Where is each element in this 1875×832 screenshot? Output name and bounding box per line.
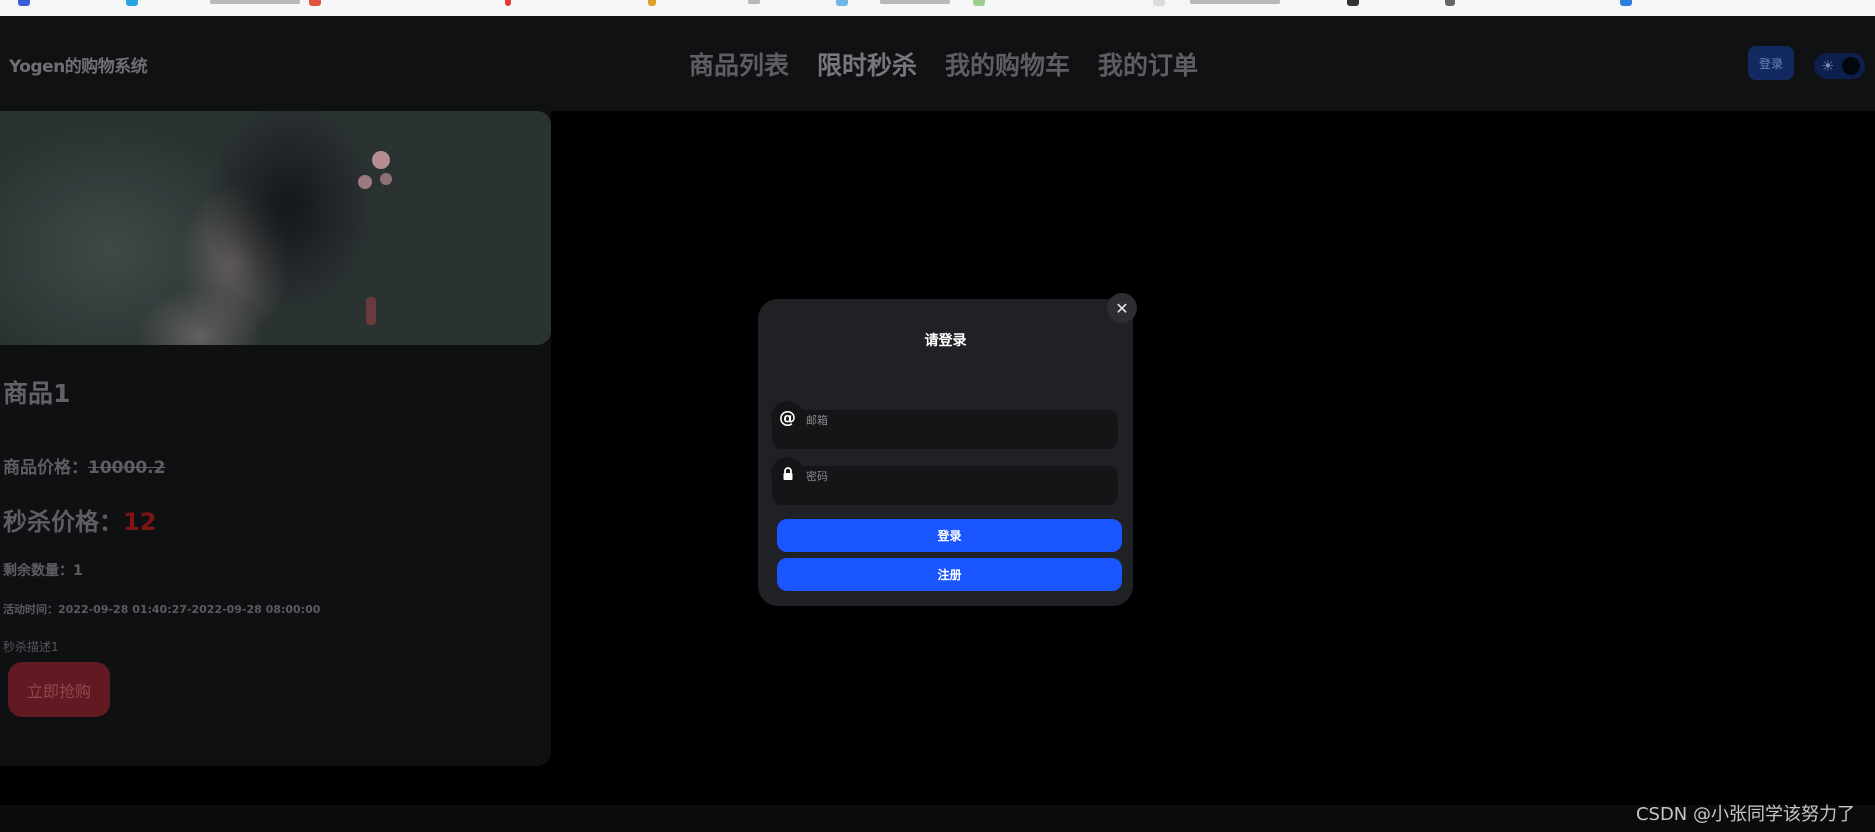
nav-item-orders[interactable]: 我的订单 xyxy=(1098,46,1198,82)
email-input[interactable] xyxy=(806,410,1106,430)
bookmark-icon[interactable] xyxy=(309,0,321,6)
bookmark-icon[interactable] xyxy=(836,0,848,6)
bookmark-icon[interactable] xyxy=(126,0,138,6)
hair-flower-decoration xyxy=(380,173,392,185)
login-modal: 请登录 @ 登录 注册 xyxy=(758,299,1133,606)
nav-item-cart[interactable]: 我的购物车 xyxy=(945,46,1070,82)
password-input[interactable] xyxy=(806,466,1106,486)
bookmarks-bar xyxy=(0,0,1875,17)
email-field[interactable]: @ xyxy=(771,401,1118,449)
original-price-label: 商品价格： xyxy=(3,458,88,478)
bookmark-icon[interactable] xyxy=(1347,0,1359,6)
site-header: Yogen的购物系统 商品列表 限时秒杀 我的购物车 我的订单 登录 ☀ xyxy=(0,16,1875,111)
flash-price-value: 12 xyxy=(123,508,157,536)
close-icon[interactable]: ✕ xyxy=(1107,293,1137,323)
bookmark-icon[interactable] xyxy=(1620,0,1632,6)
hair-flower-decoration xyxy=(372,151,390,169)
bookmark-label[interactable] xyxy=(748,0,760,4)
bookmark-icon[interactable] xyxy=(648,0,656,6)
toggle-knob xyxy=(1842,57,1860,75)
hair-flower-decoration xyxy=(358,175,372,189)
original-price-value: 10000.2 xyxy=(88,458,166,478)
product-title: 商品1 xyxy=(3,379,71,408)
sun-icon: ☀ xyxy=(1821,57,1835,75)
bookmark-icon[interactable] xyxy=(1153,0,1165,6)
header-login-button[interactable]: 登录 xyxy=(1748,46,1794,80)
nav-item-product-list[interactable]: 商品列表 xyxy=(689,46,789,82)
nav-item-flash-sale[interactable]: 限时秒杀 xyxy=(817,46,917,82)
theme-toggle[interactable]: ☀ xyxy=(1814,53,1865,79)
footer-band xyxy=(0,805,1875,832)
product-card: 商品1 商品价格：10000.2 秒杀价格：12 剩余数量：1 活动时间：202… xyxy=(0,111,551,766)
stock-count: 剩余数量：1 xyxy=(3,563,83,579)
main-nav: 商品列表 限时秒杀 我的购物车 我的订单 xyxy=(689,46,1198,82)
flash-price-label: 秒杀价格： xyxy=(3,508,123,536)
activity-time: 活动时间：2022-09-28 01:40:27-2022-09-28 08:0… xyxy=(3,603,321,616)
bookmark-label[interactable] xyxy=(210,0,300,4)
bookmark-icon[interactable] xyxy=(18,0,30,6)
password-field[interactable] xyxy=(771,457,1118,505)
flash-price: 秒杀价格：12 xyxy=(3,502,156,537)
bookmark-label[interactable] xyxy=(1190,0,1280,4)
bookmark-icon[interactable] xyxy=(1445,0,1455,6)
login-submit-button[interactable]: 登录 xyxy=(777,519,1122,552)
at-sign-icon: @ xyxy=(771,401,804,434)
original-price: 商品价格：10000.2 xyxy=(3,453,165,478)
bookmark-icon[interactable] xyxy=(505,0,511,6)
hair-ornament-decoration xyxy=(366,297,376,325)
lock-icon xyxy=(771,457,804,490)
site-brand[interactable]: Yogen的购物系统 xyxy=(9,52,148,77)
flash-description: 秒杀描述1 xyxy=(3,640,59,654)
buy-now-button[interactable]: 立即抢购 xyxy=(8,662,110,717)
bookmark-icon[interactable] xyxy=(973,0,985,6)
register-button[interactable]: 注册 xyxy=(777,558,1122,591)
product-image xyxy=(0,111,551,345)
csdn-watermark: CSDN @小张同学该努力了 xyxy=(1635,804,1855,825)
modal-title: 请登录 xyxy=(924,333,967,349)
bookmark-label[interactable] xyxy=(880,0,950,4)
